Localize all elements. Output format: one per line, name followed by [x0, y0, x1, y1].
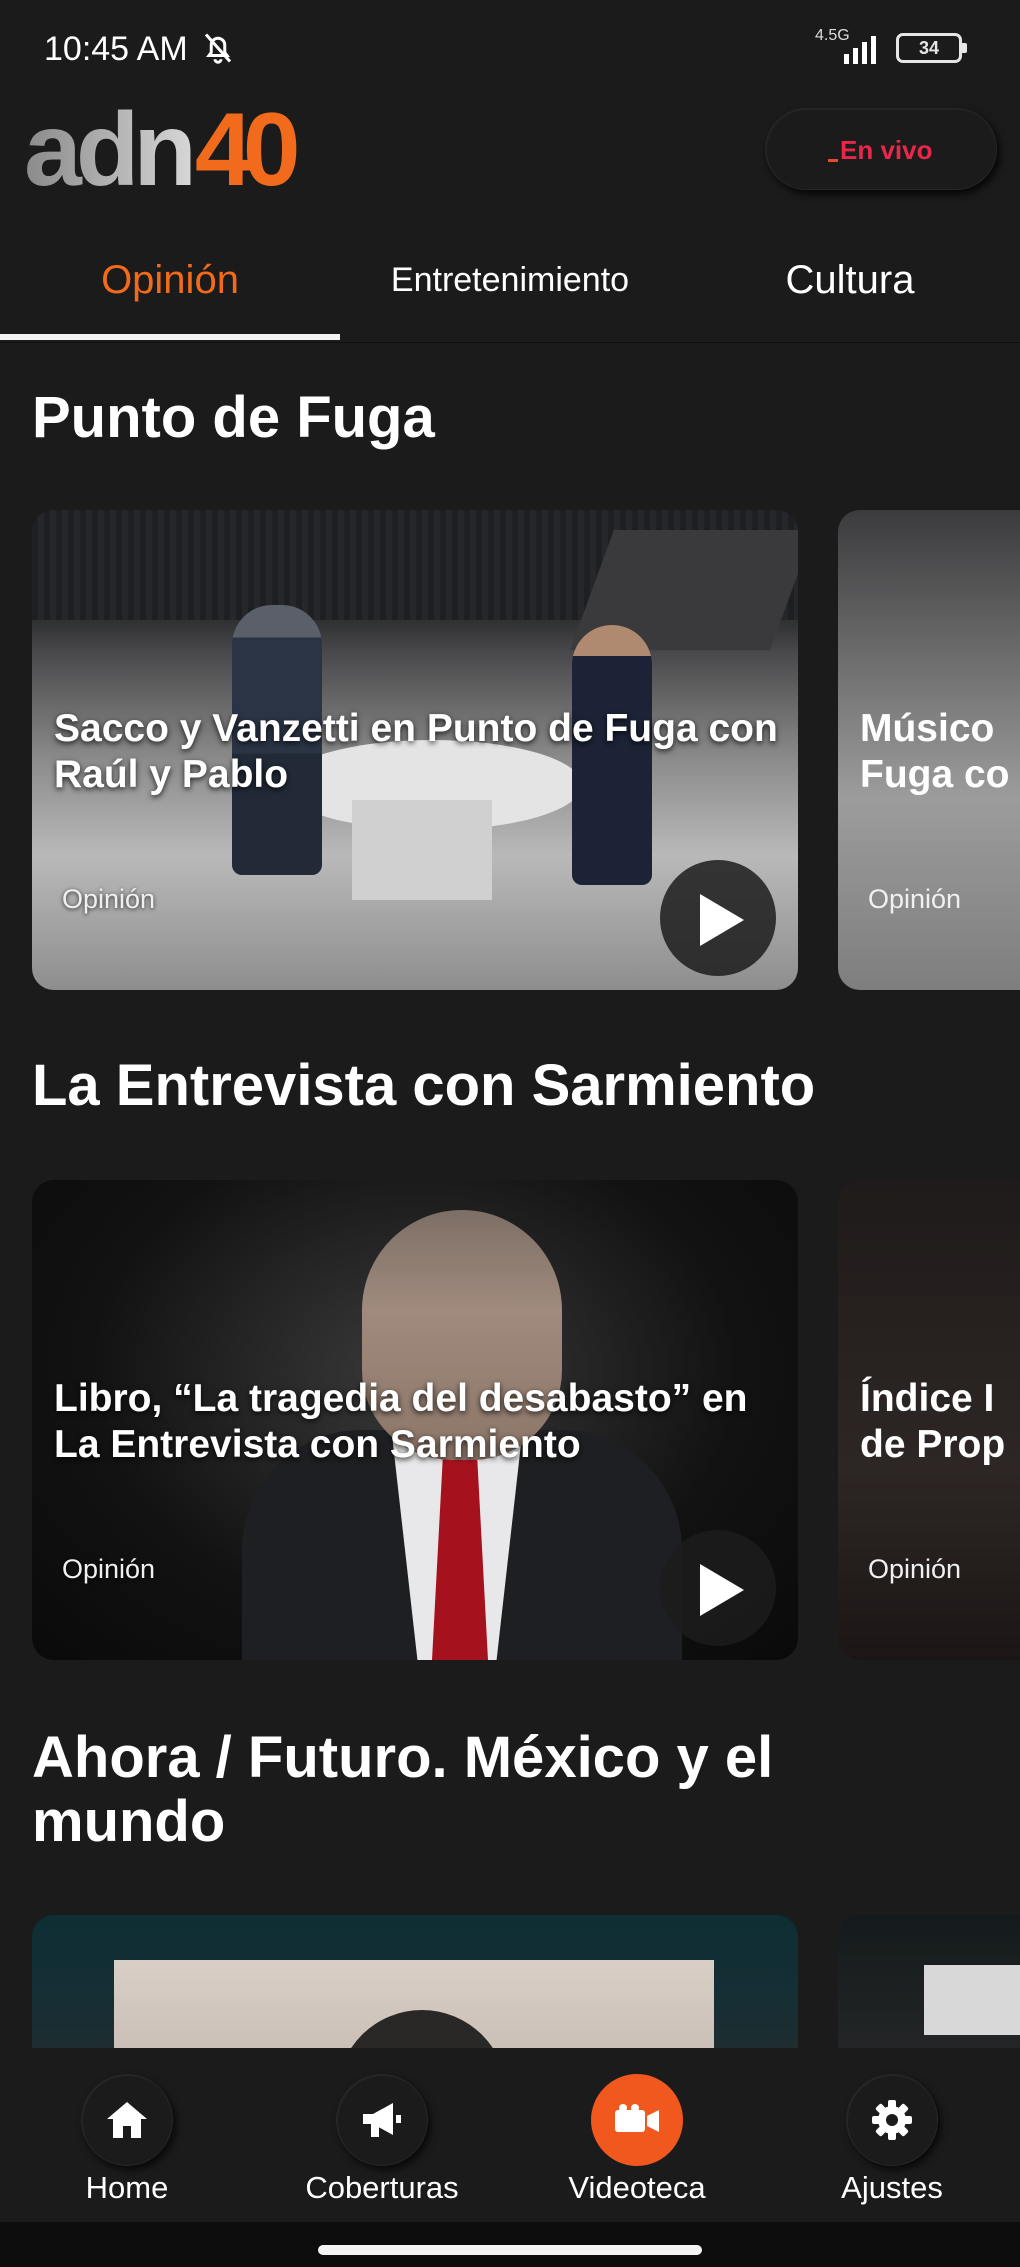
tab-entretenimiento[interactable]: Entretenimiento — [340, 218, 680, 342]
tab-opinion[interactable]: Opinión — [0, 218, 340, 342]
battery-level: 34 — [918, 38, 940, 58]
megaphone-icon — [363, 2103, 401, 2137]
video-card-title: Músico Fuga co — [860, 706, 1020, 798]
thumbnail-table-base — [352, 800, 492, 900]
nav-home[interactable]: Home — [27, 2048, 227, 2222]
home-icon — [107, 2102, 147, 2138]
section-title-ahora-futuro: Ahora / Futuro. México y el mundo — [32, 1725, 774, 1854]
title-line: de Prop — [860, 1423, 1006, 1466]
video-card-category: Opinión — [62, 1554, 156, 1584]
bell-off-icon — [204, 33, 232, 64]
video-card-title: Libro, “La tragedia del desabasto” en La… — [54, 1377, 748, 1466]
gear-icon — [872, 2100, 912, 2140]
adn40-logo[interactable]: adn 40 — [24, 92, 301, 208]
live-button[interactable]: En vivo — [765, 108, 997, 190]
video-camera-icon — [615, 2104, 659, 2132]
video-card[interactable]: Sacco y Vanzetti en Punto de Fuga con Ra… — [32, 510, 798, 990]
live-button-label: En vivo — [840, 135, 933, 165]
nav-label: Home — [85, 2170, 169, 2205]
home-indicator[interactable] — [318, 2245, 702, 2255]
status-time: 10:45 AM — [44, 30, 188, 68]
active-tab-indicator — [0, 334, 340, 340]
section-title-punto-de-fuga: Punto de Fuga — [32, 385, 435, 450]
video-card[interactable]: Músico Fuga co Opinión — [838, 510, 1020, 990]
play-button[interactable] — [660, 860, 776, 976]
video-card[interactable]: Índice I de Prop Opinión — [838, 1180, 1020, 1660]
title-line: Músico — [860, 707, 995, 750]
nav-icon-button[interactable] — [336, 2074, 428, 2166]
nav-label: Videoteca — [568, 2170, 706, 2205]
nav-ajustes[interactable]: Ajustes — [792, 2048, 992, 2222]
play-icon — [700, 1564, 744, 1616]
video-card-title: Índice I de Prop — [860, 1376, 1020, 1468]
live-dot-icon — [828, 159, 838, 162]
nav-label: Ajustes — [841, 2170, 943, 2205]
title-line: Índice I — [860, 1377, 995, 1420]
nav-coberturas[interactable]: Coberturas — [282, 2048, 482, 2222]
logo-text: adn — [24, 92, 197, 208]
video-thumbnail — [924, 1965, 1020, 2035]
tab-cultura[interactable]: Cultura — [680, 218, 1020, 342]
battery-icon: 34 — [896, 33, 967, 63]
section-title-la-entrevista: La Entrevista con Sarmiento — [32, 1053, 816, 1118]
nav-icon-button[interactable] — [591, 2074, 683, 2166]
video-card-category: Opinión — [868, 884, 962, 914]
logo-number: 40 — [194, 92, 301, 208]
video-card[interactable]: Libro, “La tragedia del desabasto” en La… — [32, 1180, 798, 1660]
nav-icon-button[interactable] — [846, 2074, 938, 2166]
category-tabs: Opinión Entretenimiento Cultura — [0, 218, 1020, 343]
status-bar: 10:45 AM 4.5G 34 — [0, 0, 1020, 100]
video-card-category: Opinión — [62, 884, 156, 914]
nav-videoteca[interactable]: Videoteca — [537, 2048, 737, 2222]
signal-icon — [844, 36, 876, 64]
title-line: Fuga co — [860, 753, 1010, 796]
play-button[interactable] — [660, 1530, 776, 1646]
nav-label: Coberturas — [305, 2170, 459, 2205]
nav-icon-button[interactable] — [81, 2074, 173, 2166]
video-card-category: Opinión — [868, 1554, 962, 1584]
bottom-navigation: Home Coberturas Videoteca Ajustes — [0, 2048, 1020, 2222]
video-card-title: Sacco y Vanzetti en Punto de Fuga con Ra… — [54, 707, 778, 796]
play-icon — [700, 894, 744, 946]
